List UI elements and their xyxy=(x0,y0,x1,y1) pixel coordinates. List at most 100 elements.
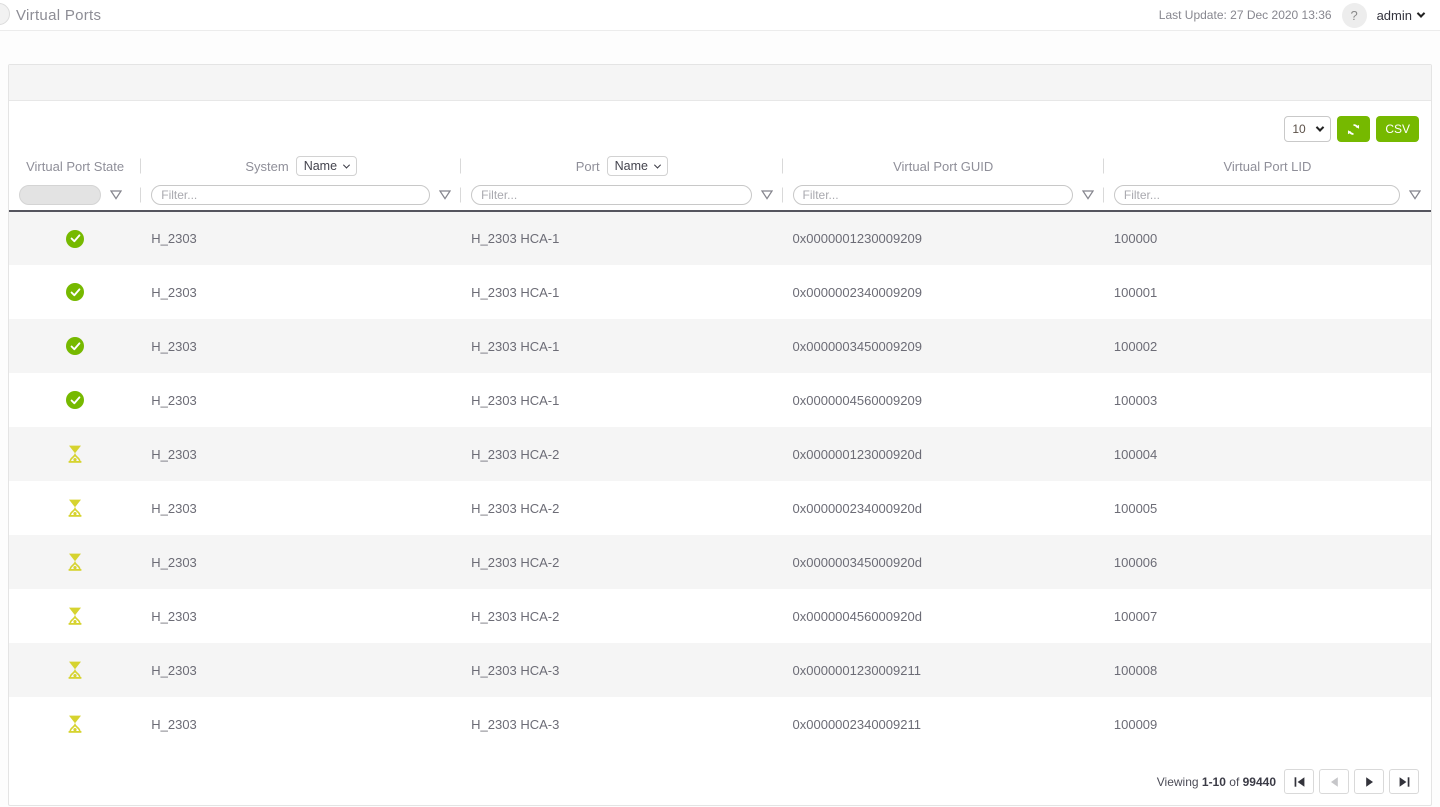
viewing-summary: Viewing 1-10 of 99440 xyxy=(1157,775,1276,789)
system-name-select[interactable]: Name xyxy=(296,156,357,176)
cell-system: H_2303 xyxy=(141,211,461,265)
select-value: Name xyxy=(615,159,648,173)
cell-port: H_2303 HCA-1 xyxy=(461,265,782,319)
cell-port: H_2303 HCA-2 xyxy=(461,427,782,481)
cell-lid: 100000 xyxy=(1104,211,1431,265)
filter-funnel-icon[interactable] xyxy=(761,190,773,200)
last-page-icon xyxy=(1399,777,1410,787)
filter-cell-system xyxy=(141,179,461,211)
column-label: Virtual Port State xyxy=(26,159,124,174)
column-label: System xyxy=(245,159,288,174)
cell-state xyxy=(9,589,141,643)
table-row[interactable]: H_2303 H_2303 HCA-3 0x0000001230009211 1… xyxy=(9,643,1431,697)
pagination-bar: Viewing 1-10 of 99440 xyxy=(9,769,1431,805)
table-header-row: Virtual Port State System Name xyxy=(9,153,1431,179)
cell-system: H_2303 xyxy=(141,373,461,427)
cell-guid: 0x0000001230009211 xyxy=(783,643,1104,697)
port-filter-input[interactable] xyxy=(471,185,751,205)
table-row[interactable]: H_2303 H_2303 HCA-1 0x0000001230009209 1… xyxy=(9,211,1431,265)
vport-state-pending-icon xyxy=(68,553,82,571)
cell-state xyxy=(9,697,141,751)
cell-port: H_2303 HCA-2 xyxy=(461,481,782,535)
page-size-select[interactable]: 10 xyxy=(1284,116,1331,142)
vport-state-active-icon xyxy=(66,391,84,409)
filter-cell-port xyxy=(461,179,782,211)
cell-port: H_2303 HCA-2 xyxy=(461,589,782,643)
cell-guid: 0x0000003450009209 xyxy=(783,319,1104,373)
chevron-down-icon xyxy=(1417,9,1425,17)
filter-funnel-icon[interactable] xyxy=(439,190,451,200)
first-page-icon xyxy=(1294,777,1305,787)
table-row[interactable]: H_2303 H_2303 HCA-3 0x0000002340009211 1… xyxy=(9,697,1431,751)
cell-guid: 0x000000234000920d xyxy=(783,481,1104,535)
vport-state-active-icon xyxy=(66,337,84,355)
pager-buttons xyxy=(1284,769,1419,794)
cell-port: H_2303 HCA-2 xyxy=(461,535,782,589)
table-toolbar: 10 CSV xyxy=(9,101,1431,142)
filter-cell-lid xyxy=(1104,179,1431,211)
system-filter-input[interactable] xyxy=(151,185,430,205)
cell-system: H_2303 xyxy=(141,319,461,373)
last-page-button[interactable] xyxy=(1389,769,1419,794)
viewing-total: 99440 xyxy=(1243,775,1276,789)
viewing-label: Viewing xyxy=(1157,775,1199,789)
table-row[interactable]: H_2303 H_2303 HCA-1 0x0000002340009209 1… xyxy=(9,265,1431,319)
vport-state-active-icon xyxy=(66,283,84,301)
cell-guid: 0x000000345000920d xyxy=(783,535,1104,589)
cell-system: H_2303 xyxy=(141,481,461,535)
vport-state-pending-icon xyxy=(68,445,82,463)
table-row[interactable]: H_2303 H_2303 HCA-2 0x000000234000920d 1… xyxy=(9,481,1431,535)
lid-filter-input[interactable] xyxy=(1114,185,1400,205)
cell-system: H_2303 xyxy=(141,535,461,589)
next-page-icon xyxy=(1365,777,1374,787)
next-page-button[interactable] xyxy=(1354,769,1384,794)
cell-system: H_2303 xyxy=(141,697,461,751)
cell-lid: 100004 xyxy=(1104,427,1431,481)
guid-filter-input[interactable] xyxy=(793,185,1073,205)
cell-guid: 0x0000002340009209 xyxy=(783,265,1104,319)
filter-funnel-icon[interactable] xyxy=(1409,190,1421,200)
chevron-down-icon xyxy=(343,161,350,168)
last-update-label: Last Update: 27 Dec 2020 13:36 xyxy=(1159,8,1332,22)
first-page-button[interactable] xyxy=(1284,769,1314,794)
page-size-value: 10 xyxy=(1292,122,1305,136)
filter-funnel-icon[interactable] xyxy=(1082,190,1094,200)
table-body: H_2303 H_2303 HCA-1 0x0000001230009209 1… xyxy=(9,211,1431,751)
cell-state xyxy=(9,427,141,481)
cell-lid: 100001 xyxy=(1104,265,1431,319)
user-menu[interactable]: admin xyxy=(1377,8,1424,23)
filter-funnel-icon[interactable] xyxy=(110,190,122,200)
refresh-button[interactable] xyxy=(1337,116,1370,142)
cell-guid: 0x000000123000920d xyxy=(783,427,1104,481)
cell-state xyxy=(9,211,141,265)
table-row[interactable]: H_2303 H_2303 HCA-2 0x000000456000920d 1… xyxy=(9,589,1431,643)
help-button[interactable]: ? xyxy=(1342,3,1367,28)
cell-system: H_2303 xyxy=(141,427,461,481)
port-name-select[interactable]: Name xyxy=(607,156,668,176)
viewing-range: 1-10 xyxy=(1202,775,1226,789)
filter-cell-state xyxy=(9,179,141,211)
cell-port: H_2303 HCA-1 xyxy=(461,319,782,373)
main-area: 10 CSV Vir xyxy=(0,31,1440,806)
column-label: Port xyxy=(576,159,600,174)
prev-page-button[interactable] xyxy=(1319,769,1349,794)
table-row[interactable]: H_2303 H_2303 HCA-1 0x0000004560009209 1… xyxy=(9,373,1431,427)
state-filter-input xyxy=(19,185,101,205)
table-row[interactable]: H_2303 H_2303 HCA-2 0x000000345000920d 1… xyxy=(9,535,1431,589)
virtual-ports-panel: 10 CSV Vir xyxy=(8,64,1432,806)
cell-port: H_2303 HCA-1 xyxy=(461,373,782,427)
cell-lid: 100008 xyxy=(1104,643,1431,697)
table-row[interactable]: H_2303 H_2303 HCA-2 0x000000123000920d 1… xyxy=(9,427,1431,481)
cell-system: H_2303 xyxy=(141,265,461,319)
csv-export-button[interactable]: CSV xyxy=(1376,116,1419,142)
vport-state-pending-icon xyxy=(68,661,82,679)
vport-state-pending-icon xyxy=(68,715,82,733)
cell-system: H_2303 xyxy=(141,589,461,643)
column-header-state: Virtual Port State xyxy=(9,153,141,179)
cell-lid: 100006 xyxy=(1104,535,1431,589)
vport-state-pending-icon xyxy=(68,607,82,625)
cell-guid: 0x0000001230009209 xyxy=(783,211,1104,265)
column-header-system: System Name xyxy=(141,153,461,179)
table-row[interactable]: H_2303 H_2303 HCA-1 0x0000003450009209 1… xyxy=(9,319,1431,373)
column-header-guid: Virtual Port GUID xyxy=(783,153,1104,179)
